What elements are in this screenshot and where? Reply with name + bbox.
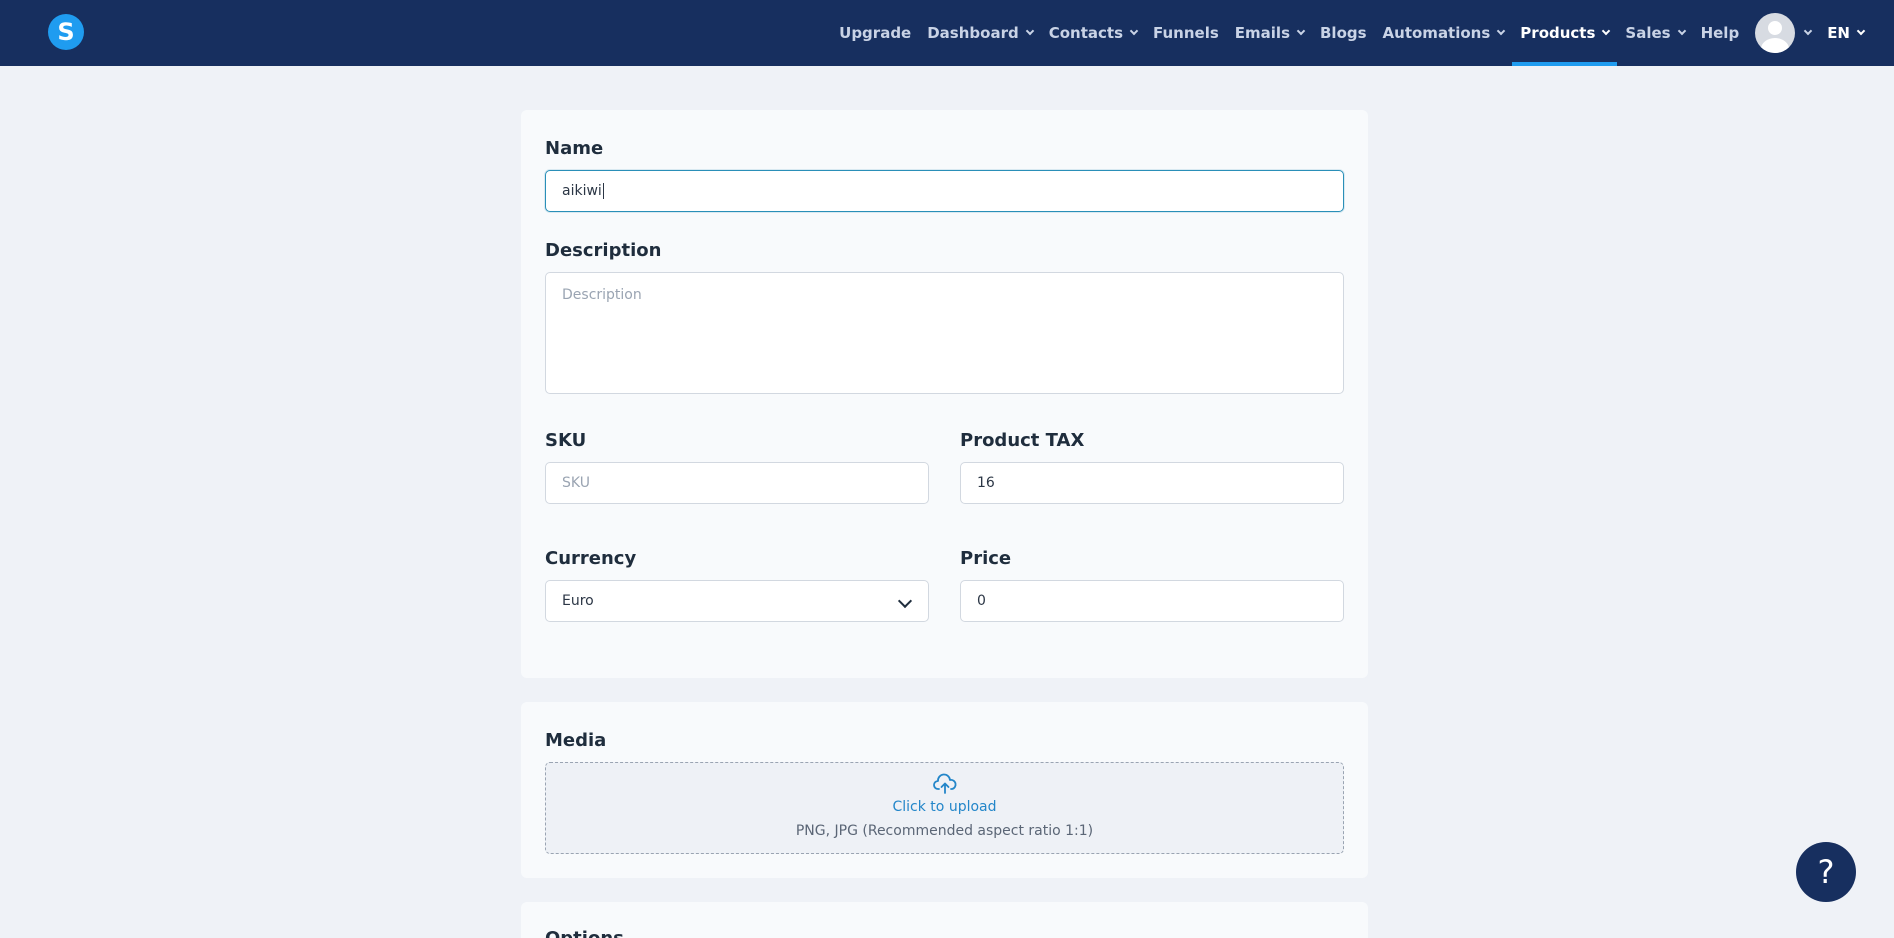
chevron-down-icon [1803,26,1813,36]
nav-automations-label: Automations [1382,24,1491,42]
currency-select[interactable]: Euro [545,580,929,622]
nav-dashboard[interactable]: Dashboard [919,0,1040,66]
nav-blogs[interactable]: Blogs [1312,0,1375,66]
sku-label: SKU [545,430,587,451]
nav-help[interactable]: Help [1693,0,1748,66]
nav-automations[interactable]: Automations [1375,0,1513,66]
sku-placeholder: SKU [562,475,590,491]
chevron-down-icon [1497,26,1506,36]
chevron-down-icon [897,593,913,609]
description-placeholder: Description [562,287,642,303]
language-selector[interactable]: EN [1819,0,1894,66]
language-label: EN [1827,24,1850,42]
upload-hint: PNG, JPG (Recommended aspect ratio 1:1) [795,823,1094,839]
cloud-upload-icon [933,773,957,794]
nav-upgrade[interactable]: Upgrade [831,0,919,66]
price-value: 0 [977,593,986,609]
app-logo[interactable]: S [48,14,84,50]
nav-contacts-label: Contacts [1048,24,1123,42]
price-label: Price [960,548,1012,569]
nav-sales-label: Sales [1625,24,1671,42]
nav-emails-label: Emails [1234,24,1290,42]
help-chat-button[interactable]: ? [1796,842,1856,902]
nav-emails[interactable]: Emails [1227,0,1312,66]
price-input[interactable]: 0 [960,580,1344,622]
nav-products[interactable]: Products [1512,0,1618,66]
chevron-down-icon [1129,26,1139,36]
description-label: Description [545,240,662,261]
nav-help-label: Help [1700,24,1740,42]
chevron-down-icon [1856,26,1866,36]
click-to-upload-link[interactable]: Click to upload [546,799,1343,815]
sku-input[interactable]: SKU [545,462,929,504]
nav-funnels[interactable]: Funnels [1145,0,1227,66]
avatar-head [1768,21,1783,35]
name-input-value: aikiwi [562,183,602,199]
product-tax-input[interactable]: 16 [960,462,1344,504]
media-label: Media [545,730,607,751]
product-tax-value: 16 [977,475,995,491]
chevron-down-icon [1677,26,1686,36]
chevron-down-icon [1296,26,1306,36]
name-label: Name [545,138,604,159]
nav-upgrade-label: Upgrade [839,24,912,42]
chevron-down-icon [1602,26,1611,36]
nav-dashboard-label: Dashboard [927,24,1019,42]
upload-dropzone[interactable]: Click to upload PNG, JPG (Recommended as… [545,762,1344,854]
name-input[interactable]: aikiwi [545,170,1344,212]
product-tax-label: Product TAX [960,430,1085,451]
nav-products-label: Products [1520,24,1596,42]
text-caret [602,183,604,199]
top-navbar: S Upgrade Dashboard Contacts Funnels Ema… [0,0,1894,66]
currency-label: Currency [545,548,637,569]
nav-contacts[interactable]: Contacts [1041,0,1145,66]
chevron-down-icon [1025,26,1034,36]
nav-funnels-label: Funnels [1153,24,1219,42]
nav-blogs-label: Blogs [1320,24,1367,42]
options-card: Options [521,902,1368,938]
avatar [1755,13,1796,53]
media-card: Media Click to upload PNG, JPG (Recommen… [521,702,1368,878]
nav-sales[interactable]: Sales [1617,0,1692,66]
main-nav: Upgrade Dashboard Contacts Funnels Email… [831,0,1894,66]
product-details-card: Name aikiwi Description Description SKU … [521,110,1368,678]
user-menu[interactable] [1747,0,1819,66]
description-textarea[interactable]: Description [545,272,1344,394]
options-label: Options [545,928,624,938]
avatar-body [1761,38,1790,53]
currency-value: Euro [562,593,594,609]
